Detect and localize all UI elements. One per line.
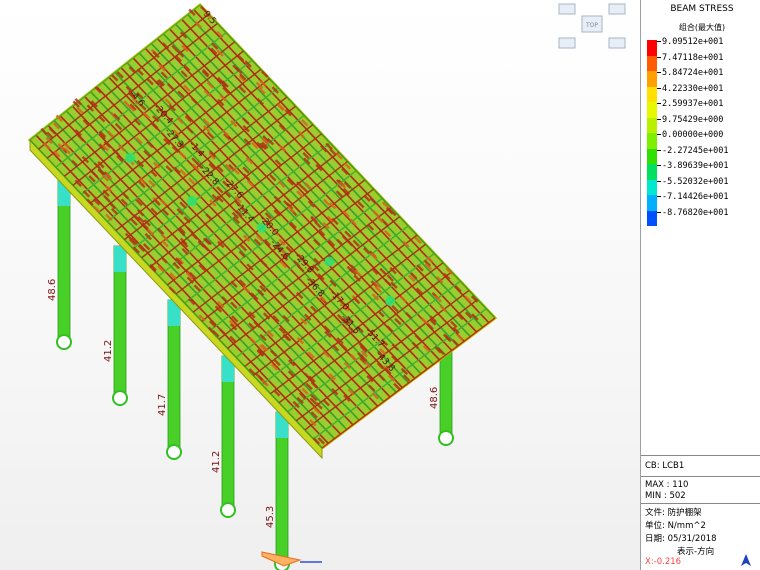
- column: 48.6: [47, 179, 72, 350]
- legend-label: 5.84724e+001: [662, 68, 724, 78]
- column-stress-label: 41.2: [211, 451, 222, 473]
- node-marker: [187, 196, 198, 207]
- legend-label: -5.52032e+001: [662, 176, 729, 187]
- column: 41.2: [211, 355, 236, 518]
- panel-title: BEAM STRESS: [670, 4, 734, 14]
- column-stress-label: 41.7: [157, 394, 168, 416]
- node-marker: [385, 295, 396, 306]
- legend-swatch: [647, 195, 657, 211]
- column: 41.2: [103, 245, 128, 406]
- support-node: [438, 430, 454, 446]
- coordinate-readout: X:-0.216: [645, 557, 682, 567]
- column: 41.7: [157, 299, 182, 460]
- load-combination: CB: LCB1: [645, 461, 685, 471]
- node-marker: [324, 256, 335, 267]
- support-node: [112, 390, 128, 406]
- legend-swatch: [647, 55, 657, 71]
- column: 45.3: [265, 411, 290, 570]
- column-stress-label: 41.2: [103, 340, 114, 362]
- legend-label: 9.09512e+001: [662, 37, 724, 47]
- legend-swatch: [647, 102, 657, 118]
- legend-row: -8.76820e+001: [647, 207, 759, 226]
- direction-label: 表示-方向: [677, 547, 715, 557]
- min-value: MIN : 502: [645, 491, 686, 501]
- support-node: [56, 334, 72, 350]
- color-legend: 9.09512e+001 7.47118e+001 5.84724e+001 4.22…: [647, 37, 759, 226]
- legend-swatch: [647, 133, 657, 149]
- node-marker: [125, 152, 136, 163]
- model-viewport[interactable]: 48.6 41.2 41.7 41.2 45.3 48.6 -4.6 -20.4 -27.3 -1…: [0, 0, 640, 570]
- legend-label: 7.47118e+001: [662, 52, 724, 63]
- column-stress-label: 48.6: [429, 387, 440, 409]
- date-label: 日期: 05/31/2018: [645, 534, 717, 544]
- axis-arrow-icon: [741, 554, 751, 566]
- legend-swatch: [647, 86, 657, 102]
- legend-label: 9.75429e+000: [662, 114, 724, 125]
- roof-grid: -4.6-20.4-27.3 -1.4-22.8-27.6-11.4-20.0-2…: [27, 2, 498, 460]
- legend-label: 2.59937e+001: [662, 99, 724, 109]
- column-stress-label: 48.6: [47, 279, 58, 301]
- legend-label: -2.27245e+001: [662, 145, 729, 156]
- legend-label: -8.76820e+001: [662, 207, 729, 218]
- file-name: 文件: 防护棚架: [645, 508, 702, 518]
- legend-label: -7.14426e+001: [662, 192, 729, 202]
- legend-swatch: [647, 40, 657, 56]
- view-cube-label: TOP: [585, 22, 598, 29]
- column-stress-label: 45.3: [265, 506, 276, 528]
- legend-swatch: [647, 148, 657, 164]
- unit-label: 单位: N/mm^2: [645, 521, 706, 531]
- legend-label: -3.89639e+001: [662, 161, 729, 171]
- legend-label: 4.22330e+001: [662, 83, 724, 94]
- max-value: MAX : 110: [645, 480, 689, 490]
- legend-swatch: [647, 71, 657, 87]
- structure-model: 48.6 41.2 41.7 41.2 45.3 48.6-4.6-20.4-27.3 -1…: [27, 2, 498, 570]
- legend-swatch: [647, 164, 657, 180]
- result-panel: BEAM STRESS 组合(最大值) 9.09512e+001 7.47118e…: [640, 0, 760, 570]
- legend-label: 0.00000e+000: [662, 130, 724, 140]
- legend-swatch: [647, 210, 657, 226]
- panel-subtitle: 组合(最大值): [678, 23, 726, 32]
- legend-swatch: [647, 179, 657, 195]
- support-node: [166, 444, 182, 460]
- support-node: [220, 502, 236, 518]
- legend-swatch: [647, 117, 657, 133]
- view-cube[interactable]: TOP: [555, 2, 629, 52]
